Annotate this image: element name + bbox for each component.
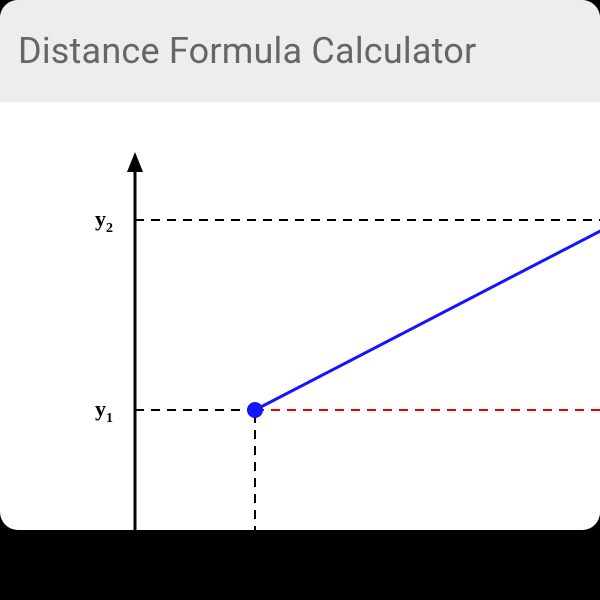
page-title: Distance Formula Calculator xyxy=(18,30,582,72)
distance-diagram: y2 y1 xyxy=(55,150,600,530)
label-y2: y2 xyxy=(95,206,113,236)
diagram-area: y2 y1 xyxy=(55,150,600,530)
header: Distance Formula Calculator xyxy=(0,0,600,102)
label-y1: y1 xyxy=(95,396,113,426)
point-p1 xyxy=(247,402,263,418)
y-axis-arrow-icon xyxy=(127,152,143,172)
distance-line xyxy=(255,226,600,410)
calculator-card: Distance Formula Calculator y2 xyxy=(0,0,600,530)
